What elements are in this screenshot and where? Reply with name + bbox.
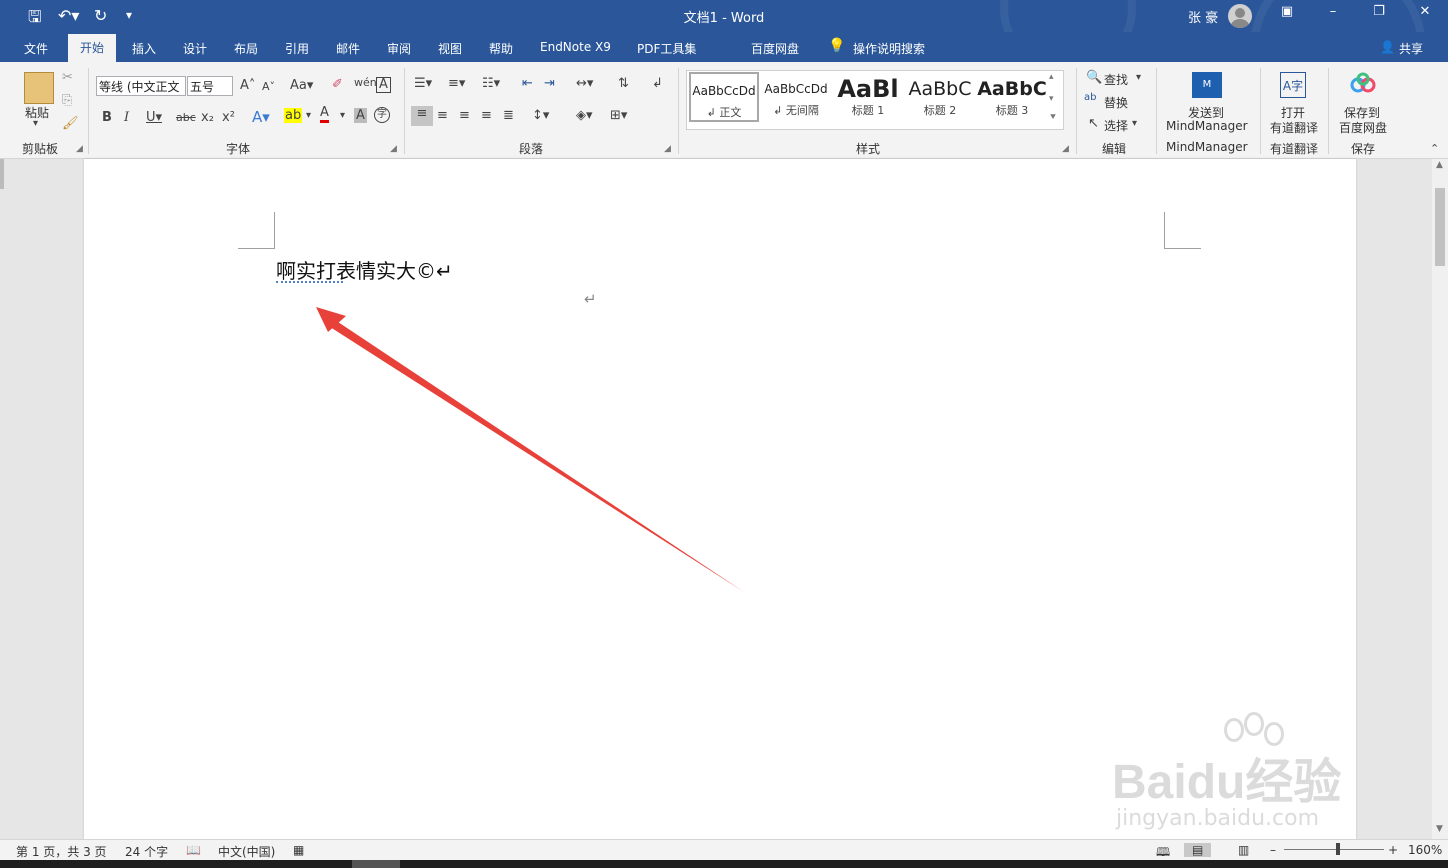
page-count[interactable]: 第 1 页，共 3 页	[16, 843, 107, 860]
word-count[interactable]: 24 个字	[125, 843, 168, 860]
macro-icon[interactable]: ▦	[293, 843, 304, 857]
print-layout-icon[interactable]: ▤	[1184, 843, 1212, 857]
scroll-up-icon[interactable]: ▲	[1436, 160, 1443, 170]
zoom-level[interactable]: 160%	[1408, 843, 1442, 857]
taskbar-strip	[0, 860, 1448, 868]
zoom-slider-thumb[interactable]	[1336, 843, 1340, 855]
watermark-paw	[1244, 712, 1264, 736]
taskbar-item[interactable]	[352, 860, 400, 868]
language-indicator[interactable]: 中文(中国)	[218, 843, 275, 860]
watermark-logo: Baidu经验	[1112, 756, 1342, 809]
proofing-icon[interactable]: 📖	[186, 843, 201, 857]
zoom-slider[interactable]	[1284, 849, 1384, 850]
left-edge-marker	[0, 159, 4, 189]
zoom-out-icon[interactable]: –	[1270, 843, 1276, 857]
scroll-down-icon[interactable]: ▼	[1436, 824, 1443, 834]
watermark-paw	[1224, 718, 1244, 742]
web-layout-icon[interactable]: ▥	[1238, 843, 1249, 857]
watermark-url: jingyan.baidu.com	[1116, 806, 1320, 831]
zoom-in-icon[interactable]: +	[1388, 843, 1398, 857]
scrollbar-thumb[interactable]	[1435, 188, 1445, 266]
arrow-shaft	[327, 318, 744, 592]
